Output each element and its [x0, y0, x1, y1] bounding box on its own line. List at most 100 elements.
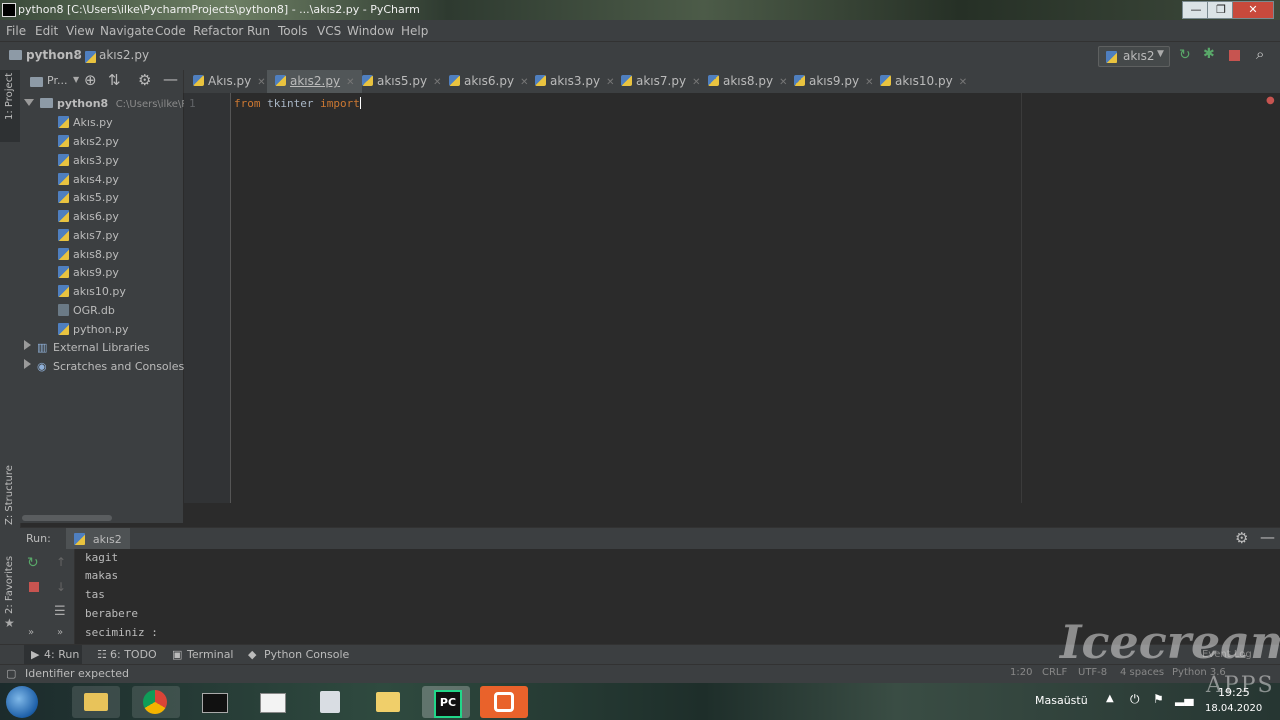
stop-icon[interactable]: [29, 582, 39, 592]
menu-tools[interactable]: Tools: [278, 24, 308, 38]
run-config-selector[interactable]: akıs2 ▼: [1098, 46, 1170, 67]
media-taskbar-button[interactable]: [306, 686, 354, 718]
tab-akis3[interactable]: akıs3.py ✕: [535, 70, 614, 93]
menu-window[interactable]: Window: [347, 24, 394, 38]
structure-tool-label[interactable]: Z: Structure: [4, 465, 15, 525]
tool-tab-terminal[interactable]: Terminal: [187, 648, 234, 661]
tree-file[interactable]: akıs8.py: [58, 246, 119, 264]
tree-file[interactable]: akıs10.py: [58, 283, 126, 301]
run-tab[interactable]: akıs2: [66, 528, 130, 549]
tray-expand-icon[interactable]: ▲: [1106, 693, 1114, 704]
maximize-button[interactable]: ❐: [1207, 1, 1235, 19]
minimize-button[interactable]: —: [1182, 1, 1210, 19]
tool-tab-python-console[interactable]: Python Console: [264, 648, 349, 661]
project-view-selector[interactable]: Pr...: [47, 74, 67, 87]
window-title-bar[interactable]: python8 [C:\Users\ilke\PycharmProjects\p…: [0, 0, 1280, 20]
clock-date[interactable]: 18.04.2020: [1205, 703, 1262, 714]
tab-akis[interactable]: Akıs.py ✕: [193, 70, 266, 93]
horizontal-scrollbar[interactable]: [22, 515, 112, 521]
collapse-all-icon[interactable]: ⇅: [108, 71, 121, 89]
tab-akis6[interactable]: akıs6.py ✕: [449, 70, 528, 93]
notepad-taskbar-button[interactable]: [248, 686, 296, 718]
search-icon[interactable]: ⌕: [1256, 45, 1264, 63]
tab-akis5[interactable]: akıs5.py ✕: [362, 70, 441, 93]
status-panel-icon[interactable]: ▢: [6, 667, 16, 680]
tree-file[interactable]: akıs3.py: [58, 152, 119, 170]
tab-akis10[interactable]: akıs10.py ✕: [880, 70, 967, 93]
gear-icon[interactable]: ⚙: [1235, 529, 1248, 547]
more-actions-icon[interactable]: »: [57, 627, 63, 638]
breadcrumb-project[interactable]: python8: [26, 48, 82, 62]
menu-code[interactable]: Code: [155, 24, 186, 38]
favorites-tool-label[interactable]: 2: Favorites: [4, 556, 15, 614]
close-button[interactable]: ✕: [1232, 1, 1274, 19]
tree-scratches[interactable]: ◉ Scratches and Consoles: [24, 358, 184, 376]
tree-external-libraries[interactable]: ▥ External Libraries: [24, 339, 150, 357]
expand-arrow-icon[interactable]: [24, 340, 31, 350]
close-tab-icon[interactable]: ✕: [959, 77, 967, 88]
close-tab-icon[interactable]: ✕: [779, 77, 787, 88]
arrow-up-icon[interactable]: ↑: [56, 555, 66, 569]
menu-file[interactable]: File: [6, 24, 26, 38]
close-tab-icon[interactable]: ✕: [433, 77, 441, 88]
menu-help[interactable]: Help: [401, 24, 428, 38]
tree-file[interactable]: python.py: [58, 321, 128, 339]
files-taskbar-button[interactable]: [364, 686, 412, 718]
menu-vcs[interactable]: VCS: [317, 24, 341, 38]
expand-arrow-icon[interactable]: [24, 99, 34, 106]
menu-navigate[interactable]: Navigate: [100, 24, 154, 38]
rerun-icon[interactable]: ↻: [27, 555, 39, 571]
close-tab-icon[interactable]: ✕: [606, 77, 614, 88]
rerun-icon[interactable]: ↻: [1179, 47, 1191, 63]
breadcrumb-file[interactable]: akıs2.py: [99, 48, 149, 62]
tab-akis8[interactable]: akıs8.py ✕: [708, 70, 787, 93]
tree-file[interactable]: OGR.db: [58, 302, 115, 320]
tree-file[interactable]: akıs5.py: [58, 189, 119, 207]
menu-run[interactable]: Run: [247, 24, 270, 38]
close-tab-icon[interactable]: ✕: [692, 77, 700, 88]
close-tab-icon[interactable]: ✕: [257, 77, 265, 88]
more-actions-icon[interactable]: »: [28, 627, 34, 638]
desktop-toolbar-label[interactable]: Masaüstü: [1035, 694, 1088, 707]
cmd-taskbar-button[interactable]: [190, 686, 238, 718]
tree-file[interactable]: akıs9.py: [58, 264, 119, 282]
code-line-1[interactable]: from tkinter import: [234, 97, 361, 110]
hide-panel-icon[interactable]: —: [1260, 528, 1275, 546]
debug-bug-icon[interactable]: ✱: [1203, 46, 1215, 62]
chrome-taskbar-button[interactable]: [132, 686, 180, 718]
tree-file[interactable]: akıs6.py: [58, 208, 119, 226]
arrow-down-icon[interactable]: ↓: [56, 580, 66, 594]
tab-akis9[interactable]: akıs9.py ✕: [794, 70, 873, 93]
stop-icon[interactable]: [1229, 50, 1240, 61]
tab-akis7[interactable]: akıs7.py ✕: [621, 70, 700, 93]
caret-position[interactable]: 1:20: [1010, 667, 1032, 678]
tree-root[interactable]: python8 C:\Users\ilke\Py: [24, 95, 193, 113]
power-icon[interactable]: ⏻: [1130, 692, 1140, 707]
start-button[interactable]: [6, 686, 38, 718]
menu-edit[interactable]: Edit: [35, 24, 58, 38]
close-tab-icon[interactable]: ✕: [865, 77, 873, 88]
tree-file[interactable]: akıs2.py: [58, 133, 119, 151]
locate-target-icon[interactable]: ⊕: [84, 71, 97, 89]
tree-file[interactable]: akıs4.py: [58, 171, 119, 189]
soft-wrap-icon[interactable]: ☰: [54, 604, 66, 619]
close-tab-icon[interactable]: ✕: [520, 77, 528, 88]
tree-file[interactable]: Akıs.py: [58, 114, 113, 132]
project-tool-label[interactable]: 1: Project: [4, 73, 15, 120]
network-signal-icon[interactable]: ▂▄: [1175, 692, 1193, 706]
pycharm-taskbar-button[interactable]: PC: [422, 686, 470, 718]
menu-view[interactable]: View: [66, 24, 94, 38]
close-tab-icon[interactable]: ✕: [346, 77, 354, 88]
menu-refactor[interactable]: Refactor: [193, 24, 243, 38]
error-indicator-icon[interactable]: ●: [1266, 95, 1275, 106]
hide-panel-icon[interactable]: —: [163, 70, 178, 88]
code-editor[interactable]: from tkinter import ●: [231, 93, 1280, 503]
recorder-taskbar-button[interactable]: [480, 686, 528, 718]
tool-tab-run-label[interactable]: 4: Run: [44, 648, 79, 661]
gear-icon[interactable]: ⚙: [138, 71, 151, 89]
expand-arrow-icon[interactable]: [24, 359, 31, 369]
tree-file[interactable]: akıs7.py: [58, 227, 119, 245]
tool-tab-todo[interactable]: 6: TODO: [110, 648, 157, 661]
flag-icon[interactable]: ⚑: [1153, 692, 1164, 706]
explorer-taskbar-button[interactable]: [72, 686, 120, 718]
